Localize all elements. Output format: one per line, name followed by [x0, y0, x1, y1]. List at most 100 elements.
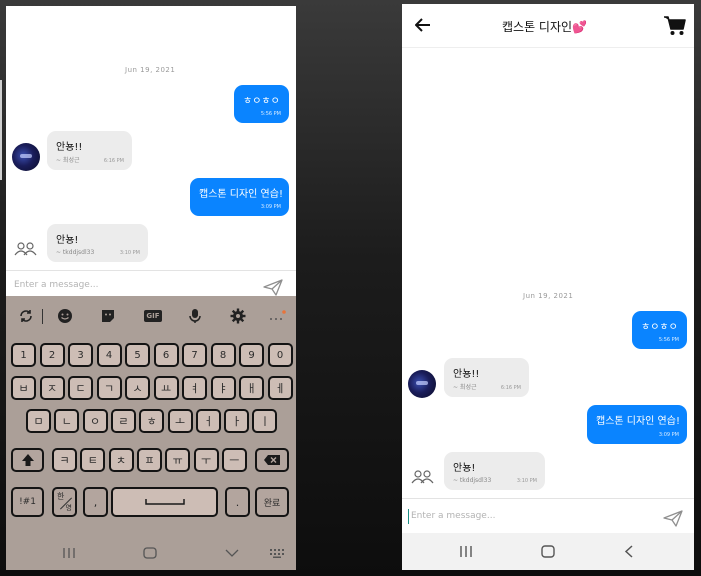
emoji-icon[interactable]	[56, 307, 74, 325]
keyboard-icon[interactable]	[269, 548, 285, 558]
key-consonant-vowel[interactable]: ㄴ	[54, 409, 80, 433]
key-consonant-vowel[interactable]: ㄱ	[96, 376, 122, 400]
home-icon[interactable]	[541, 545, 555, 558]
key-consonant-vowel[interactable]: ㄷ	[68, 376, 93, 400]
message-bubble-out[interactable]: 캡스톤 디자인 연습! 3:09 PM	[190, 178, 289, 216]
key-consonant-vowel[interactable]: ㅣ	[252, 409, 278, 433]
app-header: 캡스톤 디자인💕	[402, 4, 694, 48]
key-number[interactable]: 1	[11, 343, 36, 367]
key-consonant-vowel[interactable]: ㄹ	[110, 409, 136, 433]
key-number[interactable]: 3	[68, 343, 93, 367]
key-number[interactable]: 6	[153, 343, 179, 367]
key-consonant-vowel[interactable]: ㅋ	[52, 448, 77, 472]
key-number[interactable]: 8	[210, 343, 236, 367]
chevron-down-icon[interactable]	[225, 548, 239, 558]
key-consonant-vowel[interactable]: ㅏ	[224, 409, 250, 433]
shopping-cart-icon[interactable]	[664, 16, 686, 36]
key-consonant-vowel[interactable]: ㅠ	[165, 448, 191, 472]
key-consonant-vowel[interactable]: ㅕ	[182, 376, 207, 400]
language-key[interactable]: 한영	[52, 487, 77, 517]
message-bubble-in[interactable]: 안뇽! ~ tkddjsdl33 3:10 PM	[444, 452, 545, 490]
key-consonant-vowel[interactable]: ㅁ	[26, 409, 51, 433]
avatar[interactable]	[12, 143, 40, 171]
done-key[interactable]: 완료	[255, 487, 289, 517]
message-input[interactable]: Enter a message...	[14, 280, 98, 290]
shift-arrow-icon	[21, 454, 34, 466]
message-text: 캡스톤 디자인 연습!	[199, 189, 283, 200]
key-consonant-vowel[interactable]: ㅓ	[195, 409, 221, 433]
key-number[interactable]: 4	[96, 343, 122, 367]
key-consonant-vowel[interactable]: ㅌ	[80, 448, 106, 472]
key-consonant-vowel[interactable]: ㅡ	[221, 448, 247, 472]
right-phone-screen: 캡스톤 디자인💕 Jun 19, 2021 ㅎㅇㅎㅇ 5:56 PM 안뇽!! …	[402, 4, 694, 570]
arrow-left-icon[interactable]	[415, 18, 431, 32]
mic-icon[interactable]	[186, 307, 204, 325]
message-bubble-out[interactable]: ㅎㅇㅎㅇ 5:56 PM	[632, 311, 687, 349]
message-bubble-in[interactable]: 안뇽!! ~ 최성근 6:16 PM	[47, 131, 132, 170]
message-text: ㅎㅇㅎㅇ	[641, 322, 678, 333]
key-consonant-vowel[interactable]: ㅅ	[125, 376, 150, 400]
message-bubble-in[interactable]: 안뇽! ~ tkddjsdl33 3:10 PM	[47, 224, 148, 262]
people-icon	[411, 470, 434, 484]
key-number[interactable]: 5	[125, 343, 150, 367]
comma-key[interactable]: ,	[83, 487, 108, 517]
key-consonant-vowel[interactable]: ㅍ	[136, 448, 162, 472]
recents-icon[interactable]	[62, 548, 76, 558]
backspace-icon	[264, 455, 280, 465]
message-sender: ~ 최성근	[56, 157, 80, 164]
home-icon[interactable]	[143, 547, 157, 559]
shift-key[interactable]	[11, 448, 44, 472]
gif-label: GIF	[144, 310, 162, 322]
key-number[interactable]: 0	[267, 343, 293, 367]
symbols-key[interactable]: !#1	[11, 487, 44, 517]
message-text: 안뇽!	[453, 463, 476, 474]
system-nav-bar	[6, 540, 296, 566]
key-consonant-vowel[interactable]: ㅜ	[193, 448, 219, 472]
gear-icon[interactable]	[229, 307, 247, 325]
key-consonant-vowel[interactable]: ㅑ	[210, 376, 236, 400]
key-number[interactable]: 2	[39, 343, 65, 367]
back-icon[interactable]	[624, 545, 634, 558]
space-key[interactable]	[111, 487, 218, 517]
key-consonant-vowel[interactable]: ㅔ	[267, 376, 293, 400]
key-consonant-vowel[interactable]: ㅐ	[239, 376, 264, 400]
message-text: ㅎㅇㅎㅇ	[243, 96, 280, 107]
lang-label: 한	[57, 492, 65, 501]
message-time: 6:16 PM	[103, 158, 124, 164]
soft-keyboard: GIF 1234567890 ㅂㅈㄷㄱㅅㅛㅕㅑㅐㅔㅁㄴㅇㄹㅎㅗㅓㅏㅣㅋㅌㅊㅍㅠㅜㅡ…	[6, 296, 296, 570]
key-consonant-vowel[interactable]: ㅗ	[167, 409, 193, 433]
gif-icon[interactable]: GIF	[143, 307, 163, 325]
title-text: 캡스톤 디자인	[502, 20, 573, 34]
page-title: 캡스톤 디자인💕	[502, 18, 587, 35]
screen-divider	[0, 80, 2, 180]
toolbar-divider	[42, 309, 43, 324]
message-text: 안뇽!	[56, 235, 79, 246]
rotate-icon[interactable]	[17, 307, 35, 325]
message-bubble-in[interactable]: 안뇽!! ~ 최성근 6:16 PM	[444, 358, 529, 397]
message-time: 3:10 PM	[119, 250, 140, 256]
avatar[interactable]	[408, 370, 436, 398]
date-separator: Jun 19, 2021	[523, 292, 574, 300]
backspace-key[interactable]	[255, 448, 289, 472]
message-bubble-out[interactable]: ㅎㅇㅎㅇ 5:56 PM	[234, 85, 289, 123]
key-consonant-vowel[interactable]: ㅈ	[39, 376, 65, 400]
key-number[interactable]: 9	[239, 343, 264, 367]
key-consonant-vowel[interactable]: ㅛ	[153, 376, 179, 400]
system-nav-bar	[402, 533, 694, 570]
recents-icon[interactable]	[459, 546, 473, 557]
key-consonant-vowel[interactable]: ㅇ	[82, 409, 108, 433]
key-number[interactable]: 7	[182, 343, 207, 367]
key-consonant-vowel[interactable]: ㅎ	[139, 409, 165, 433]
key-consonant-vowel[interactable]: ㅂ	[11, 376, 36, 400]
period-key[interactable]: .	[225, 487, 250, 517]
message-bubble-out[interactable]: 캡스톤 디자인 연습! 3:09 PM	[587, 405, 687, 444]
message-input[interactable]: Enter a message...	[411, 511, 495, 521]
key-consonant-vowel[interactable]: ㅊ	[108, 448, 134, 472]
keyboard-toolbar: GIF	[6, 296, 296, 336]
send-icon[interactable]	[663, 510, 683, 527]
sticker-icon[interactable]	[99, 307, 117, 325]
more-icon[interactable]	[268, 307, 286, 325]
send-icon[interactable]	[263, 279, 283, 296]
space-bar-icon	[144, 499, 185, 505]
message-time: 3:09 PM	[658, 432, 679, 438]
